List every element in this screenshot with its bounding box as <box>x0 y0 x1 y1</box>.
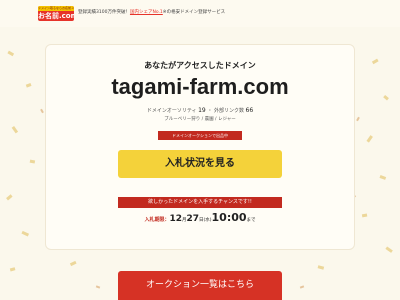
deadline-suffix: まで <box>246 218 256 223</box>
deadline-day: 27 <box>186 214 200 224</box>
chance-banner: 欲しかったドメインを入手するチャンスです!! <box>118 197 282 208</box>
backlinks-value: 66 <box>245 107 254 114</box>
logo-wordmark: お名前.com <box>38 12 74 20</box>
deadline-weekday: (水) <box>203 218 212 223</box>
domain-category: ブルーベリー狩り / 農園 / レジャー <box>164 117 236 122</box>
market-share-link[interactable]: 国内シェアNo.1 <box>130 10 163 15</box>
accessed-domain-heading: あなたがアクセスしたドメイン <box>144 61 256 70</box>
top-bar: ドメイン取るならお名前.com お名前.com 登録実績3100万件突破！国内シ… <box>0 0 400 27</box>
domain-name: tagami-farm.com <box>111 74 289 99</box>
tagline-suffix: ※の格安ドメイン登録サービス <box>162 10 226 15</box>
header-tagline: 登録実績3100万件突破！国内シェアNo.1※の格安ドメイン登録サービス <box>78 8 225 18</box>
view-bids-button[interactable]: 入札状況を見る <box>118 150 282 178</box>
bid-deadline: 入札期限：12月27日(水)10:00まで <box>0 211 400 228</box>
authority-label: ドメインオーソリティ <box>146 108 197 114</box>
backlinks-label: 外部リンク数 <box>213 108 244 114</box>
auction-list-button[interactable]: オークション一覧はこちら <box>118 271 282 300</box>
deadline-month: 12 <box>169 214 182 224</box>
authority-value: 19 <box>198 107 206 114</box>
auction-listing-badge: ドメインオークションで出品中 <box>158 131 242 140</box>
onamae-logo[interactable]: ドメイン取るならお名前.com お名前.com <box>38 6 74 21</box>
deadline-label: 入札期限： <box>144 217 170 223</box>
deadline-time: 10:00 <box>211 211 247 224</box>
tagline-prefix: 登録実績3100万件突破！ <box>78 10 130 15</box>
domain-stats: ドメインオーソリティ 19 ・ 外部リンク数 66 <box>146 107 254 114</box>
